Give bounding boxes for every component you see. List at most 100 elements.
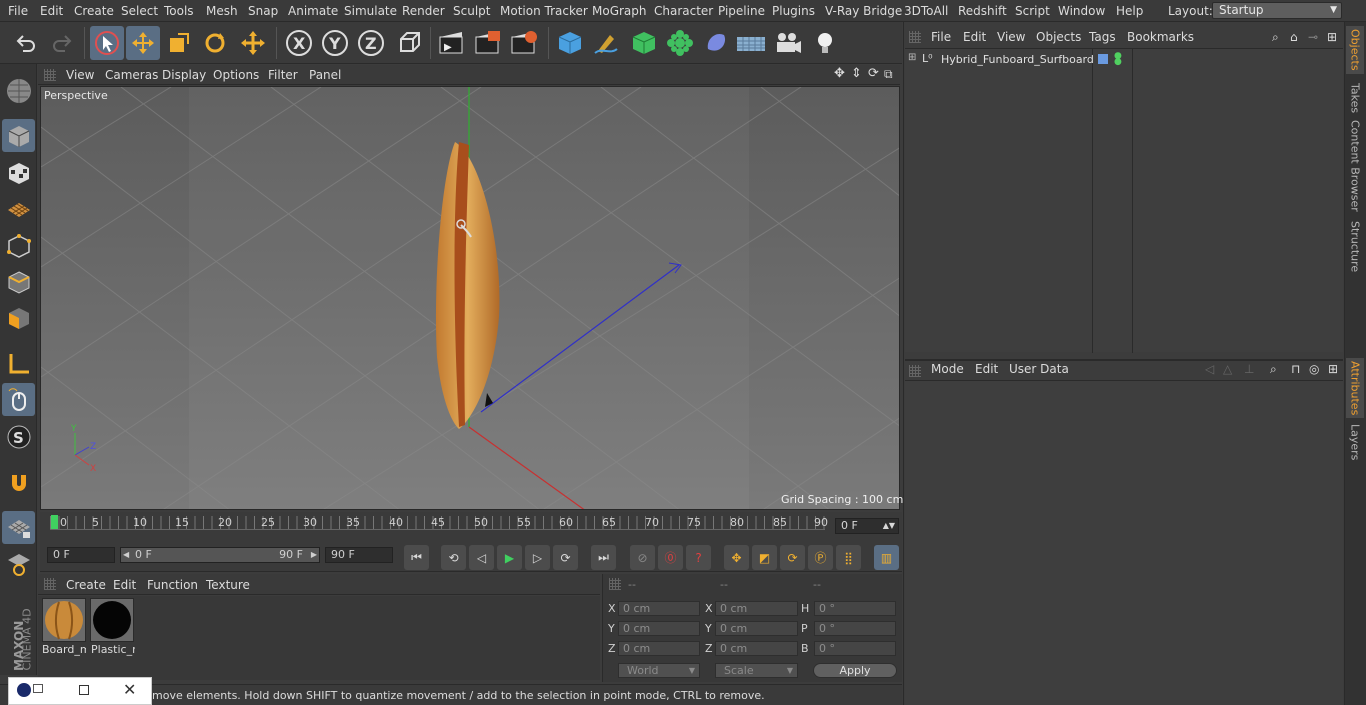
maximize-icon[interactable] bbox=[79, 685, 89, 695]
object-menu-tags[interactable]: Tags bbox=[1089, 30, 1116, 44]
new-window-icon[interactable]: ⊞ bbox=[1328, 362, 1338, 376]
attribute-menu-user-data[interactable]: User Data bbox=[1009, 362, 1069, 376]
menu-plugins[interactable]: Plugins bbox=[772, 4, 815, 18]
menu-3dtoall[interactable]: 3DToAll bbox=[904, 4, 948, 18]
previous-key-button[interactable]: ⟲ bbox=[441, 545, 466, 570]
position-x-field[interactable]: 0 cm bbox=[618, 601, 700, 616]
search-icon[interactable]: ⌕ bbox=[1270, 362, 1277, 377]
pen-button[interactable] bbox=[589, 26, 623, 60]
rotate-tool-button[interactable] bbox=[198, 26, 232, 60]
solo-button[interactable]: S bbox=[2, 420, 35, 453]
layout-dropdown[interactable]: Startup ▼ bbox=[1212, 2, 1342, 19]
menu-mesh[interactable]: Mesh bbox=[206, 4, 238, 18]
go-to-end-button[interactable]: ⏭ bbox=[591, 545, 616, 570]
viewport-menu-panel[interactable]: Panel bbox=[309, 68, 341, 82]
snap-button[interactable] bbox=[2, 466, 35, 499]
select-tool-button[interactable] bbox=[90, 26, 124, 60]
autokey-button[interactable]: ? bbox=[686, 545, 711, 570]
menu-animate[interactable]: Animate bbox=[288, 4, 338, 18]
menu-script[interactable]: Script bbox=[1015, 4, 1050, 18]
play-button[interactable]: ▶ bbox=[497, 545, 522, 570]
expand-icon[interactable]: ⊞ bbox=[908, 52, 916, 63]
home-icon[interactable]: ⌂ bbox=[1290, 30, 1298, 44]
tab-content-browser[interactable]: Content Browser bbox=[1346, 120, 1364, 212]
texture-mode-button[interactable] bbox=[2, 156, 35, 189]
deformer-button[interactable] bbox=[699, 26, 733, 60]
target-icon[interactable]: ◎ bbox=[1309, 362, 1319, 376]
rotation-h-field[interactable]: 0 ° bbox=[814, 601, 896, 616]
coordinate-system-button[interactable] bbox=[392, 26, 426, 60]
render-settings-button[interactable] bbox=[507, 26, 541, 60]
menu-file[interactable]: File bbox=[8, 4, 28, 18]
end-frame-field[interactable]: 90 F bbox=[325, 547, 393, 563]
z-axis-button[interactable]: Z bbox=[354, 26, 388, 60]
menu-pipeline[interactable]: Pipeline bbox=[718, 4, 765, 18]
menu-render[interactable]: Render bbox=[402, 4, 445, 18]
viewport-menu-view[interactable]: View bbox=[66, 68, 94, 82]
camera-button[interactable] bbox=[771, 26, 805, 60]
menu-tools[interactable]: Tools bbox=[164, 4, 194, 18]
attribute-menu-edit[interactable]: Edit bbox=[975, 362, 998, 376]
next-frame-button[interactable]: ▷ bbox=[525, 545, 550, 570]
arrow-up-icon[interactable]: △ bbox=[1223, 362, 1232, 376]
material-menu-texture[interactable]: Texture bbox=[206, 578, 250, 592]
arrow-left-icon[interactable]: ⊸ bbox=[1308, 30, 1318, 44]
key-position-button[interactable]: ✥ bbox=[724, 545, 749, 570]
object-row[interactable]: ⊞ L⁰ Hybrid_Funboard_Surfboard bbox=[907, 52, 1094, 68]
material-menu-function[interactable]: Function bbox=[147, 578, 198, 592]
3d-viewport[interactable]: Y Z X bbox=[40, 86, 900, 510]
redo-button[interactable] bbox=[45, 26, 79, 60]
material-menu-edit[interactable]: Edit bbox=[113, 578, 136, 592]
key-parameter-button[interactable]: Ⓟ bbox=[808, 545, 833, 570]
floor-button[interactable] bbox=[734, 26, 768, 60]
generator-button[interactable] bbox=[627, 26, 661, 60]
menu-vray-bridge[interactable]: V-Ray Bridge bbox=[825, 4, 902, 18]
object-menu-objects[interactable]: Objects bbox=[1036, 30, 1081, 44]
visibility-dots-icon[interactable]: ● ● bbox=[1114, 52, 1122, 67]
menu-motion-tracker[interactable]: Motion Tracker bbox=[500, 4, 588, 18]
cloner-button[interactable] bbox=[663, 26, 697, 60]
object-menu-edit[interactable]: Edit bbox=[963, 30, 986, 44]
record-keys-button[interactable]: ⓪ bbox=[658, 545, 683, 570]
size-y-field[interactable]: 0 cm bbox=[715, 621, 798, 636]
render-picture-viewer-button[interactable] bbox=[471, 26, 505, 60]
points-mode-button[interactable] bbox=[2, 229, 35, 262]
search-icon[interactable]: ⌕ bbox=[1272, 30, 1279, 45]
menu-select[interactable]: Select bbox=[121, 4, 158, 18]
frame-range-slider[interactable]: ◀ 0 F 90 F ▶ bbox=[120, 547, 320, 563]
attribute-menu-mode[interactable]: Mode bbox=[931, 362, 964, 376]
tab-attributes[interactable]: Attributes bbox=[1346, 358, 1364, 418]
object-menu-view[interactable]: View bbox=[997, 30, 1025, 44]
menu-sculpt[interactable]: Sculpt bbox=[453, 4, 490, 18]
menu-edit[interactable]: Edit bbox=[40, 4, 63, 18]
tweak-mode-button[interactable] bbox=[2, 383, 35, 416]
menu-mograph[interactable]: MoGraph bbox=[592, 4, 647, 18]
size-z-field[interactable]: 0 cm bbox=[715, 641, 798, 656]
make-editable-button[interactable] bbox=[2, 74, 35, 107]
restore-icon[interactable] bbox=[33, 684, 43, 693]
next-key-button[interactable]: ⟳ bbox=[553, 545, 578, 570]
tab-takes[interactable]: Takes bbox=[1346, 80, 1364, 116]
viewport-menu-cameras[interactable]: Cameras bbox=[105, 68, 158, 82]
menu-window[interactable]: Window bbox=[1058, 4, 1105, 18]
key-rotation-button[interactable]: ⟳ bbox=[780, 545, 805, 570]
menu-simulate[interactable]: Simulate bbox=[344, 4, 397, 18]
viewport-rotate-icon[interactable]: ⟳ bbox=[868, 66, 879, 81]
previous-frame-button[interactable]: ◁ bbox=[469, 545, 494, 570]
locked-workplane-button[interactable] bbox=[2, 547, 35, 580]
menu-create[interactable]: Create bbox=[74, 4, 114, 18]
lock-icon[interactable]: ⊓ bbox=[1291, 362, 1300, 376]
rotation-b-field[interactable]: 0 ° bbox=[814, 641, 896, 656]
coordinate-mode-dropdown[interactable]: World ▼ bbox=[618, 663, 700, 678]
motion-record-button[interactable]: ⊘ bbox=[630, 545, 655, 570]
object-menu-file[interactable]: File bbox=[931, 30, 951, 44]
menu-character[interactable]: Character bbox=[654, 4, 713, 18]
rotation-p-field[interactable]: 0 ° bbox=[814, 621, 896, 636]
current-frame-field[interactable]: 0 F ▲▼ bbox=[835, 518, 899, 534]
viewport-menu-filter[interactable]: Filter bbox=[268, 68, 298, 82]
start-frame-field[interactable]: 0 F bbox=[47, 547, 115, 563]
viewport-menu-display[interactable]: Display bbox=[162, 68, 206, 82]
tab-layers[interactable]: Layers bbox=[1346, 422, 1364, 462]
axis-mode-button[interactable] bbox=[2, 347, 35, 380]
undo-button[interactable] bbox=[9, 26, 43, 60]
